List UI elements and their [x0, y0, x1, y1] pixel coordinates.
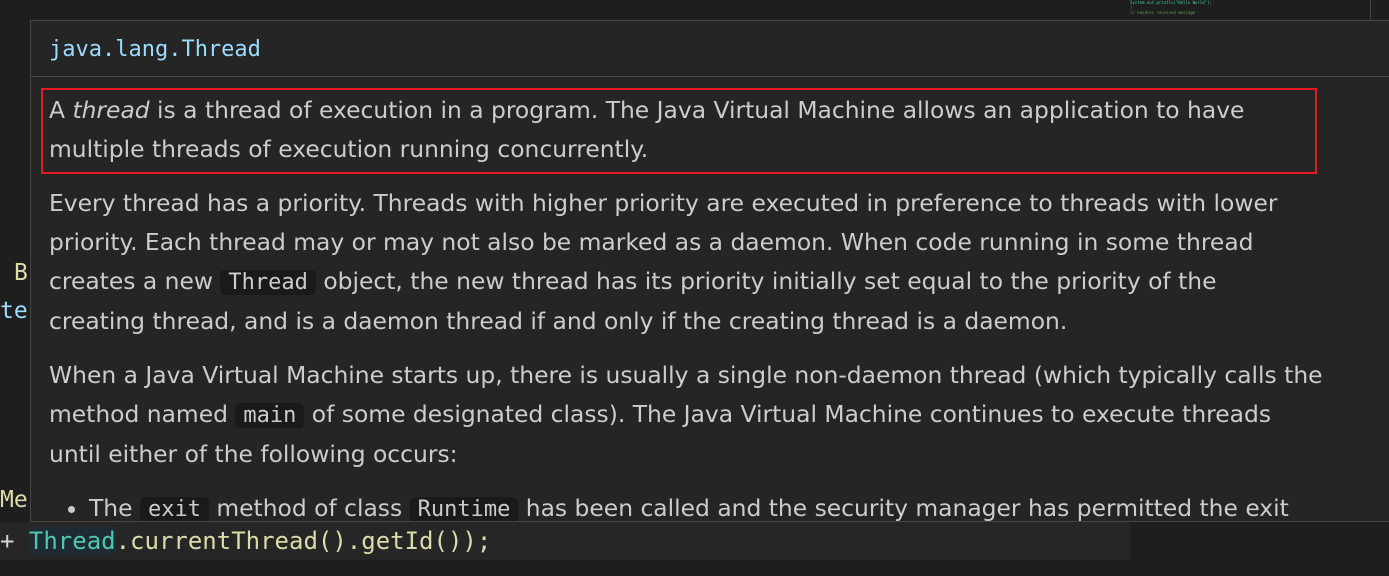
inline-code: main: [235, 403, 305, 428]
diff-prefix: +: [0, 527, 29, 555]
text: When a Java Virtual Machine starts up, t…: [49, 361, 1323, 389]
hover-tooltip: java.lang.Thread A thread is a thread of…: [30, 20, 1389, 522]
highlight-box: [41, 88, 1317, 174]
text: priority. Each thread may or may not als…: [49, 228, 1254, 256]
ruler: [1370, 0, 1371, 20]
inline-code: exit: [139, 497, 209, 521]
text: Every thread has a priority. Threads wit…: [49, 189, 1278, 217]
list-item: The exit method of class Runtime has bee…: [89, 489, 1381, 522]
text: The: [89, 494, 140, 522]
hover-signature: java.lang.Thread: [31, 21, 1389, 77]
code-line[interactable]: + Thread.currentThread().getId());: [0, 522, 1130, 560]
minimap-line: // handles received message: [1130, 10, 1196, 15]
minimap[interactable]: System.out.println("Hello World"); } // …: [1130, 0, 1290, 20]
code-fragment: te: [0, 298, 28, 324]
hovered-token[interactable]: Thread: [28, 527, 116, 555]
doc-paragraph: When a Java Virtual Machine starts up, t…: [49, 356, 1381, 474]
text: object, the new thread has its priority …: [315, 267, 1217, 295]
inline-code: Thread: [220, 270, 316, 295]
doc-paragraph: Every thread has a priority. Threads wit…: [49, 184, 1381, 341]
code-fragment: B: [14, 260, 28, 286]
text: of some designated class). The Java Virt…: [304, 400, 1272, 428]
text: creates a new: [49, 267, 221, 295]
code-text: .currentThread().getId());: [115, 527, 492, 555]
code-fragment: Me: [0, 487, 28, 513]
text: creating thread, and is a daemon thread …: [49, 307, 1068, 335]
text: has been called and the security manager…: [518, 494, 1289, 522]
text: until either of the following occurs:: [49, 440, 458, 468]
text: method named: [49, 400, 236, 428]
text: method of class: [208, 494, 410, 522]
inline-code: Runtime: [409, 497, 519, 521]
doc-list: The exit method of class Runtime has bee…: [49, 489, 1381, 522]
